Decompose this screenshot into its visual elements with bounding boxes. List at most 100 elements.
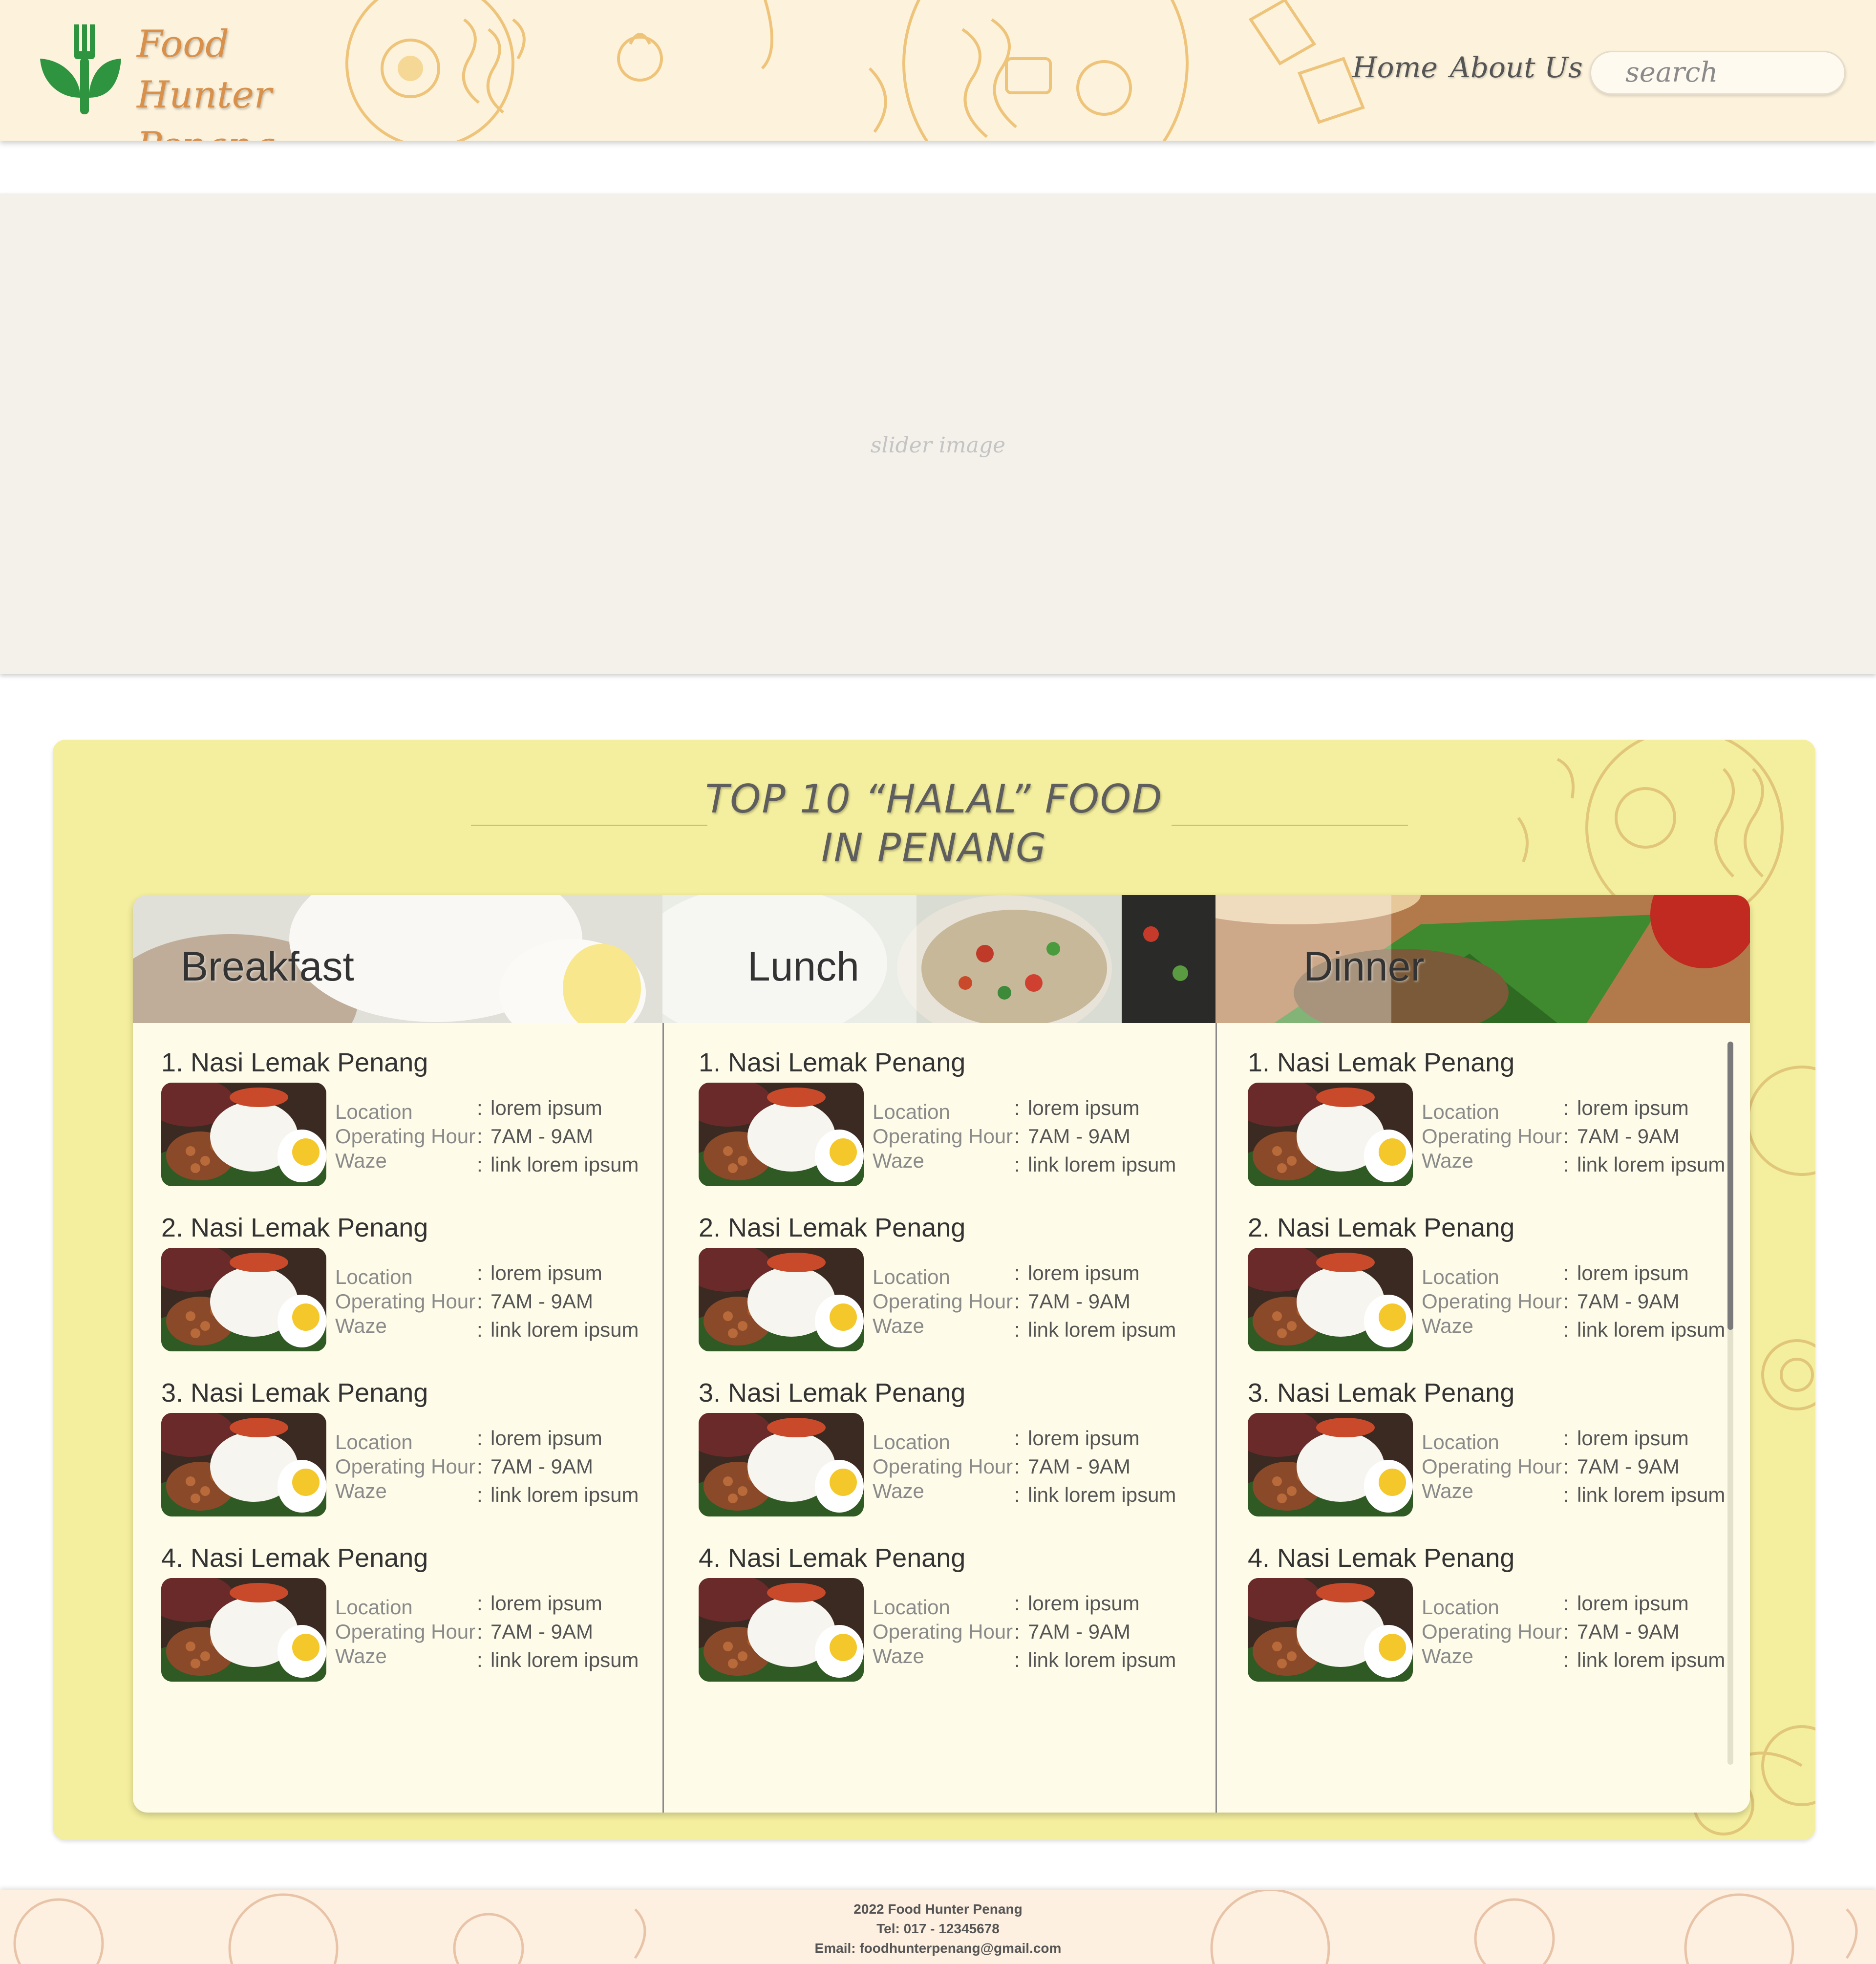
site-logo-text[interactable]: Food Hunter Penang <box>137 19 342 141</box>
hours-value: 7AM - 9AM <box>490 1620 594 1643</box>
fork-leaf-icon[interactable] <box>40 24 121 115</box>
waze-separator: : <box>1563 1318 1569 1341</box>
food-item[interactable]: 4. Nasi Lemak Penang Location : lorem ip… <box>161 1543 674 1704</box>
food-name[interactable]: 2. Nasi Lemak Penang <box>161 1213 428 1243</box>
hours-separator: : <box>1014 1125 1020 1148</box>
food-thumbnail[interactable] <box>699 1248 864 1351</box>
hours-separator: : <box>1014 1620 1020 1643</box>
food-name[interactable]: 1. Nasi Lemak Penang <box>1248 1047 1514 1078</box>
lunch-header[interactable]: Lunch <box>662 895 1215 1023</box>
food-item[interactable]: 1. Nasi Lemak Penang Location : lorem ip… <box>1248 1047 1750 1209</box>
food-thumbnail[interactable] <box>699 1413 864 1516</box>
food-item[interactable]: 4. Nasi Lemak Penang Location : lorem ip… <box>699 1543 1212 1704</box>
hours-row: Operating Hour : 7AM - 9AM <box>335 1455 677 1479</box>
hours-value: 7AM - 9AM <box>490 1125 594 1148</box>
dinner-header[interactable]: Dinner <box>1215 895 1750 1023</box>
location-label: Location <box>873 1430 950 1453</box>
food-name[interactable]: 3. Nasi Lemak Penang <box>1248 1378 1514 1408</box>
food-item[interactable]: 2. Nasi Lemak Penang Location : lorem ip… <box>699 1213 1212 1374</box>
food-thumbnail[interactable] <box>161 1248 326 1351</box>
column-divider <box>1215 1023 1217 1813</box>
footer-phone: Tel: 017 - 12345678 <box>876 1921 1000 1936</box>
hours-separator: : <box>1563 1455 1569 1478</box>
nav-home-link[interactable]: Home <box>1352 51 1438 84</box>
location-label: Location <box>873 1596 950 1619</box>
food-name[interactable]: 3. Nasi Lemak Penang <box>699 1378 965 1408</box>
food-name[interactable]: 1. Nasi Lemak Penang <box>161 1047 428 1078</box>
waze-link[interactable]: link lorem ipsum <box>490 1318 639 1342</box>
location-separator: : <box>477 1592 483 1615</box>
hero-slider[interactable]: slider image <box>0 193 1876 674</box>
waze-link[interactable]: link lorem ipsum <box>1577 1153 1725 1176</box>
food-thumbnail[interactable] <box>1248 1413 1413 1516</box>
waze-link[interactable]: link lorem ipsum <box>1028 1153 1176 1176</box>
waze-link[interactable]: link lorem ipsum <box>1577 1318 1725 1342</box>
top-halal-food-section: TOP 10 “HALAL” FOOD IN PENANG Breakfast … <box>53 740 1815 1840</box>
waze-label: Waze <box>873 1149 924 1172</box>
waze-row: Waze : link lorem ipsum <box>335 1644 677 1672</box>
food-name[interactable]: 2. Nasi Lemak Penang <box>1248 1213 1514 1243</box>
hours-separator: : <box>1563 1125 1569 1148</box>
food-item[interactable]: 2. Nasi Lemak Penang Location : lorem ip… <box>1248 1213 1750 1374</box>
hours-separator: : <box>477 1125 483 1148</box>
location-separator: : <box>1014 1261 1020 1284</box>
food-thumbnail[interactable] <box>1248 1248 1413 1351</box>
location-value: lorem ipsum <box>1577 1261 1689 1284</box>
hours-label: Operating Hour <box>873 1290 1013 1313</box>
hours-value: 7AM - 9AM <box>1577 1620 1680 1643</box>
location-separator: : <box>477 1427 483 1450</box>
waze-row: Waze : link lorem ipsum <box>335 1149 677 1176</box>
waze-label: Waze <box>1422 1479 1473 1502</box>
food-item[interactable]: 4. Nasi Lemak Penang Location : lorem ip… <box>1248 1543 1750 1704</box>
waze-row: Waze : link lorem ipsum <box>1422 1149 1750 1176</box>
lunch-header-image <box>662 895 1215 1023</box>
hours-separator: : <box>1014 1290 1020 1313</box>
food-thumbnail[interactable] <box>1248 1578 1413 1682</box>
waze-link[interactable]: link lorem ipsum <box>1577 1483 1725 1507</box>
food-thumbnail[interactable] <box>1248 1083 1413 1186</box>
food-item[interactable]: 1. Nasi Lemak Penang Location : lorem ip… <box>161 1047 674 1209</box>
food-thumbnail[interactable] <box>161 1413 326 1516</box>
waze-separator: : <box>1014 1483 1020 1506</box>
title-divider-right <box>1172 825 1408 826</box>
waze-label: Waze <box>1422 1314 1473 1337</box>
food-name[interactable]: 4. Nasi Lemak Penang <box>1248 1543 1514 1573</box>
location-row: Location : lorem ipsum <box>335 1427 677 1453</box>
food-name[interactable]: 1. Nasi Lemak Penang <box>699 1047 965 1078</box>
list-scrollbar-thumb[interactable] <box>1727 1042 1733 1330</box>
food-thumbnail[interactable] <box>161 1083 326 1186</box>
food-thumbnail[interactable] <box>699 1578 864 1682</box>
waze-row: Waze : link lorem ipsum <box>873 1644 1215 1672</box>
food-name[interactable]: 4. Nasi Lemak Penang <box>699 1543 965 1573</box>
food-thumbnail[interactable] <box>161 1578 326 1682</box>
waze-link[interactable]: link lorem ipsum <box>490 1153 639 1176</box>
food-item[interactable]: 3. Nasi Lemak Penang Location : lorem ip… <box>1248 1378 1750 1539</box>
hours-row: Operating Hour : 7AM - 9AM <box>873 1620 1215 1644</box>
hours-value: 7AM - 9AM <box>1028 1125 1131 1148</box>
food-name[interactable]: 2. Nasi Lemak Penang <box>699 1213 965 1243</box>
food-thumbnail[interactable] <box>699 1083 864 1186</box>
food-item[interactable]: 2. Nasi Lemak Penang Location : lorem ip… <box>161 1213 674 1374</box>
hours-row: Operating Hour : 7AM - 9AM <box>873 1125 1215 1149</box>
nav-about-link[interactable]: About Us <box>1450 51 1583 84</box>
location-row: Location : lorem ipsum <box>873 1096 1215 1123</box>
food-name[interactable]: 4. Nasi Lemak Penang <box>161 1543 428 1573</box>
waze-link[interactable]: link lorem ipsum <box>490 1483 639 1507</box>
footer-email[interactable]: Email: foodhunterpenang@gmail.com <box>0 1941 1876 1956</box>
location-separator: : <box>477 1261 483 1284</box>
hours-separator: : <box>477 1455 483 1478</box>
food-item[interactable]: 3. Nasi Lemak Penang Location : lorem ip… <box>699 1378 1212 1539</box>
waze-link[interactable]: link lorem ipsum <box>1028 1648 1176 1672</box>
search-input[interactable]: search <box>1590 51 1846 95</box>
food-name[interactable]: 3. Nasi Lemak Penang <box>161 1378 428 1408</box>
waze-link[interactable]: link lorem ipsum <box>1577 1648 1725 1672</box>
hours-label: Operating Hour <box>1422 1455 1562 1478</box>
site-header: Food Hunter Penang Home About Us search <box>0 0 1876 141</box>
breakfast-column: Breakfast 1. Nasi Lemak Penang Location … <box>133 895 662 1813</box>
breakfast-header[interactable]: Breakfast <box>133 895 662 1023</box>
food-item[interactable]: 3. Nasi Lemak Penang Location : lorem ip… <box>161 1378 674 1539</box>
waze-link[interactable]: link lorem ipsum <box>1028 1483 1176 1507</box>
waze-link[interactable]: link lorem ipsum <box>1028 1318 1176 1342</box>
waze-link[interactable]: link lorem ipsum <box>490 1648 639 1672</box>
food-item[interactable]: 1. Nasi Lemak Penang Location : lorem ip… <box>699 1047 1212 1209</box>
